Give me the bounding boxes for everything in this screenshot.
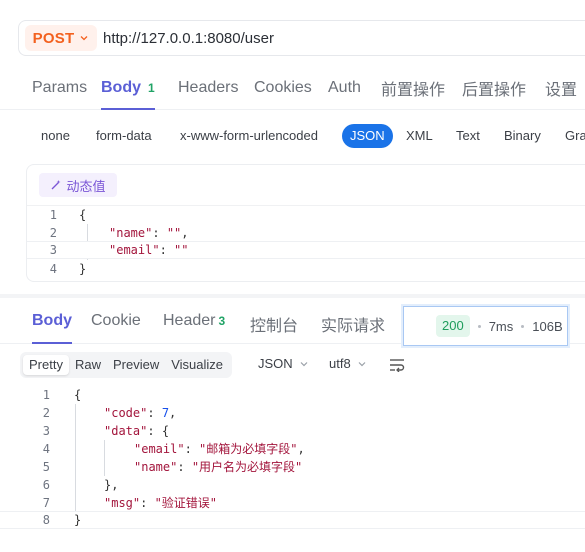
chevron-down-icon — [358, 361, 366, 366]
code-line: 2 "code": 7, — [42, 406, 177, 420]
word-wrap-icon[interactable] — [389, 358, 405, 372]
body-type-form-data[interactable]: form-data — [96, 128, 152, 143]
tab-cookies[interactable]: Cookies — [254, 79, 312, 97]
response-toolbar: Pretty Raw Preview Visualize JSON utf8 — [20, 352, 585, 378]
url-bar: POST http://127.0.0.1:8080/user — [18, 20, 585, 56]
body-type-json[interactable]: JSON — [342, 124, 393, 148]
code-line: 1 { — [49, 208, 87, 222]
body-type-text[interactable]: Text — [456, 128, 480, 143]
active-tab-indicator — [32, 342, 72, 344]
code-line-active: 8 } — [0, 511, 585, 529]
body-type-none[interactable]: none — [41, 128, 70, 143]
view-preview[interactable]: Preview — [107, 355, 165, 375]
resp-tab-console[interactable]: 控制台 — [250, 312, 298, 336]
body-type-binary[interactable]: Binary — [504, 128, 541, 143]
body-type-xml[interactable]: XML — [406, 128, 433, 143]
tab-body-count: 1 — [148, 80, 155, 95]
separator-dot — [521, 324, 525, 328]
tab-params[interactable]: Params — [32, 79, 87, 97]
response-status-summary[interactable]: 200 7ms 106B — [403, 306, 568, 346]
request-body-editor[interactable]: 动态值 1 { 2 "name": "", 3 "email": "" 4 } — [26, 164, 585, 282]
tab-headers[interactable]: Headers — [178, 79, 238, 97]
resp-tab-header[interactable]: Header 3 — [163, 312, 225, 330]
tab-pre-script[interactable]: 前置操作 — [381, 76, 445, 100]
response-size: 106B — [532, 318, 563, 334]
resp-tab-cookie[interactable]: Cookie — [91, 312, 141, 330]
view-visualize[interactable]: Visualize — [165, 355, 229, 375]
code-line: 1 { — [42, 388, 82, 402]
body-type-graphql[interactable]: Gra — [565, 128, 585, 143]
code-line: 2 "name": "", — [49, 226, 189, 240]
chevron-down-icon — [80, 36, 88, 41]
response-body-viewer[interactable]: 1 { 2 "code": 7, 3 "data": { 4 "email": … — [0, 386, 585, 536]
response-time: 7ms — [488, 318, 514, 334]
code-line: 3 "data": { — [42, 424, 170, 438]
code-line: 5 "name": "用户名为必填字段" — [42, 460, 303, 474]
tab-auth[interactable]: Auth — [328, 79, 361, 97]
api-client-window: POST http://127.0.0.1:8080/user Params B… — [0, 0, 585, 552]
active-tab-indicator — [101, 107, 155, 110]
tab-body[interactable]: Body 1 — [101, 79, 155, 110]
url-input[interactable]: http://127.0.0.1:8080/user — [103, 30, 274, 47]
code-line: 4 "email": "邮箱为必填字段", — [42, 442, 305, 456]
view-raw[interactable]: Raw — [69, 355, 107, 375]
chevron-down-icon — [300, 361, 308, 366]
separator-dot — [477, 324, 481, 328]
resp-tab-actual-request[interactable]: 实际请求 — [321, 312, 385, 336]
status-code-badge: 200 — [436, 315, 470, 337]
code-line: 7 "msg": "验证错误" — [42, 496, 218, 510]
tab-post-script[interactable]: 后置操作 — [462, 76, 526, 100]
code-line: 6 }, — [42, 478, 119, 492]
magic-wand-icon — [52, 180, 61, 190]
resp-tab-header-count: 3 — [218, 314, 226, 328]
body-type-urlencoded[interactable]: x-www-form-urlencoded — [180, 128, 318, 143]
format-select[interactable]: JSON — [258, 356, 309, 371]
method-dropdown[interactable]: POST — [25, 25, 97, 51]
encoding-select[interactable]: utf8 — [329, 356, 367, 371]
view-pretty[interactable]: Pretty — [23, 355, 69, 375]
resp-tab-body[interactable]: Body — [32, 312, 72, 344]
code-line: 4 } — [49, 262, 87, 276]
code-line-active: 3 "email": "" — [27, 241, 585, 259]
dynamic-value-button[interactable]: 动态值 — [39, 173, 117, 197]
tab-settings[interactable]: 设置 — [545, 76, 577, 100]
method-label: POST — [32, 29, 75, 47]
dynamic-value-label: 动态值 — [66, 178, 106, 194]
request-tabs: Params Body 1 Headers Cookies Auth 前置操作 后… — [0, 66, 585, 110]
view-mode-group: Pretty Raw Preview Visualize — [20, 352, 233, 378]
body-type-selector: none form-data x-www-form-urlencoded JSO… — [0, 124, 585, 150]
